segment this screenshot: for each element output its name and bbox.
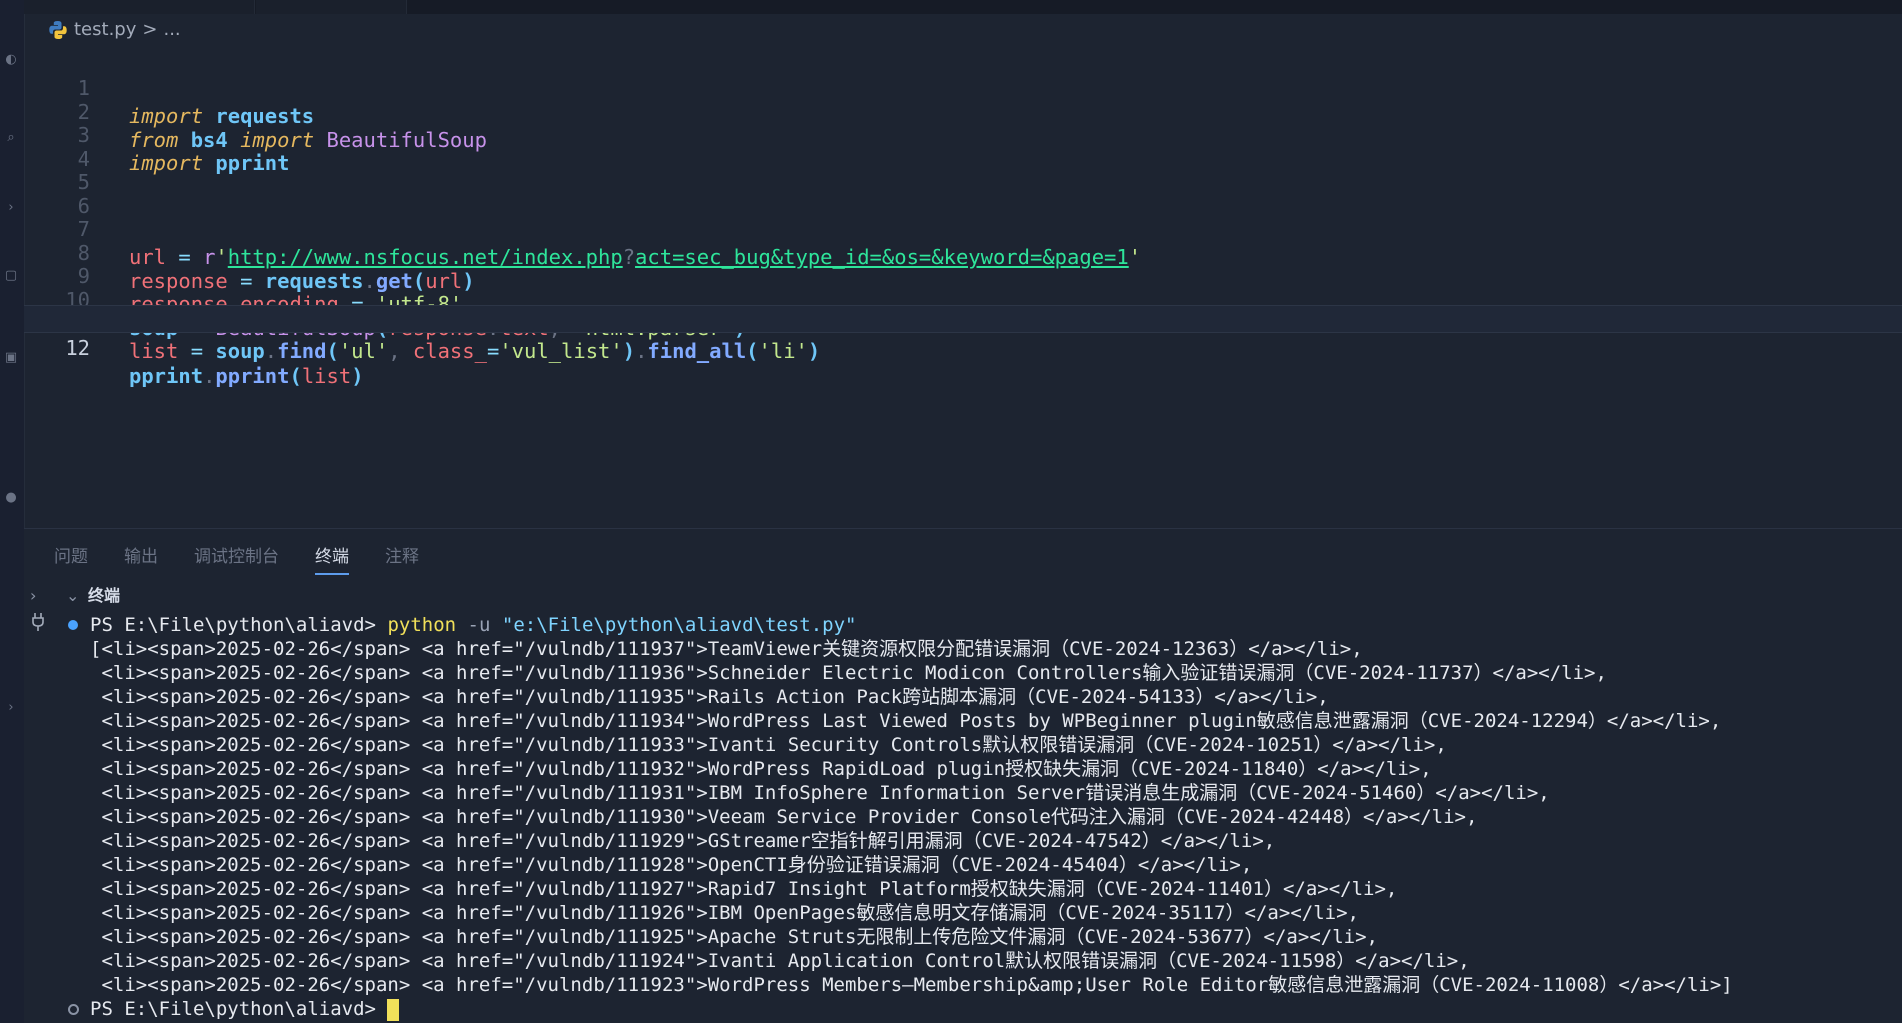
terminal-output-line: <li><span>2025-02-26</span> <a href="/vu… xyxy=(90,854,1253,876)
bottom-panel: 问题 输出 调试控制台 终端 注释 › ⌄ 终端 PS E:\File\pyth… xyxy=(24,528,1902,1023)
editor-tab[interactable] xyxy=(24,0,255,14)
terminal-output-line: <li><span>2025-02-26</span> <a href="/vu… xyxy=(90,830,1276,852)
terminal-output-line: <li><span>2025-02-26</span> <a href="/vu… xyxy=(90,662,1607,684)
tab-debug-console[interactable]: 调试控制台 xyxy=(194,539,279,575)
source-control-icon[interactable]: › xyxy=(3,200,19,216)
breadcrumb-rest[interactable]: ... xyxy=(163,16,180,44)
breadcrumb-separator: > xyxy=(142,19,158,40)
remote-icon[interactable]: › xyxy=(3,700,19,716)
terminal-output-line: <li><span>2025-02-26</span> <a href="/vu… xyxy=(90,902,1359,924)
python-file-icon xyxy=(49,21,67,39)
terminal-header-label: 终端 xyxy=(88,586,121,605)
terminal-output-line: <li><span>2025-02-26</span> <a href="/vu… xyxy=(90,974,1733,996)
panel-tabs: 问题 输出 调试控制台 终端 注释 xyxy=(54,539,419,575)
terminal-output-line: <li><span>2025-02-26</span> <a href="/vu… xyxy=(90,734,1447,756)
code-line-active[interactable]: 12 pprint.pprint(list) xyxy=(24,304,1902,388)
tab-problems[interactable]: 问题 xyxy=(54,539,88,575)
terminal-output-line: <li><span>2025-02-26</span> <a href="/vu… xyxy=(90,710,1722,732)
breadcrumb-file[interactable]: test.py xyxy=(74,16,136,44)
command-pending-icon[interactable] xyxy=(68,1004,79,1015)
terminal-output-line: <li><span>2025-02-26</span> <a href="/vu… xyxy=(90,686,1329,708)
tab-output[interactable]: 输出 xyxy=(124,539,158,575)
extensions-icon[interactable]: ▣ xyxy=(3,350,19,366)
terminal-output[interactable]: PS E:\File\python\aliavd> python -u "e:\… xyxy=(24,613,1902,1023)
terminal-output-line: <li><span>2025-02-26</span> <a href="/vu… xyxy=(90,950,1470,972)
activity-bar: ◐ ⌕ › ▢ ▣ ● › xyxy=(0,0,25,1023)
breadcrumb: test.py > ... xyxy=(48,16,181,44)
search-icon[interactable]: ⌕ xyxy=(3,130,19,146)
run-debug-icon[interactable]: ▢ xyxy=(3,268,19,284)
editor-tab[interactable] xyxy=(256,0,407,14)
tab-comments[interactable]: 注释 xyxy=(385,539,419,575)
account-icon[interactable]: ● xyxy=(3,490,19,506)
tab-terminal[interactable]: 终端 xyxy=(315,539,349,575)
editor-tab-strip xyxy=(24,0,1902,14)
line-number: 12 xyxy=(65,335,90,360)
command-success-icon[interactable] xyxy=(68,620,78,630)
terminal-cursor xyxy=(387,998,400,1021)
terminal-output-line: <li><span>2025-02-26</span> <a href="/vu… xyxy=(90,782,1550,804)
code-editor[interactable]: 1 import requests 2 from bs4 import Beau… xyxy=(24,46,1902,526)
terminal-output-line: <li><span>2025-02-26</span> <a href="/vu… xyxy=(90,806,1478,828)
terminal-output-line: [<li><span>2025-02-26</span> <a href="/v… xyxy=(90,638,1363,660)
chevron-down-icon[interactable]: ⌄ xyxy=(66,581,79,611)
terminal-command-line: PS E:\File\python\aliavd> python -u "e:\… xyxy=(90,614,857,636)
terminal-output-line: <li><span>2025-02-26</span> <a href="/vu… xyxy=(90,878,1398,900)
explorer-icon[interactable]: ◐ xyxy=(3,52,19,68)
terminal-output-line: <li><span>2025-02-26</span> <a href="/vu… xyxy=(90,758,1432,780)
terminal-header[interactable]: ⌄ 终端 xyxy=(24,581,1902,611)
terminal-prompt-line[interactable]: PS E:\File\python\aliavd> xyxy=(90,997,400,1021)
terminal-output-line: <li><span>2025-02-26</span> <a href="/vu… xyxy=(90,926,1378,948)
